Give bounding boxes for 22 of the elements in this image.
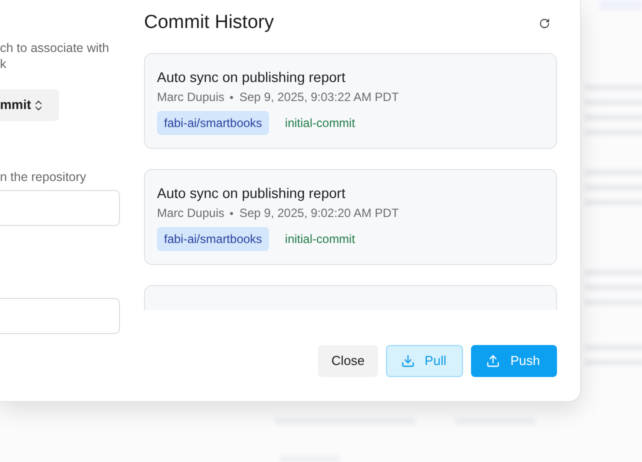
commit-title: Auto sync on publishing report	[157, 68, 346, 86]
commit-author: Marc Dupuis	[157, 89, 224, 105]
upload-icon	[486, 354, 500, 368]
commit-card[interactable]: Auto sync on publishing report Marc Dupuis Sep 9, 2025, 9:02:20 AM PDT fabi-ai/smartbooks initial-commit	[144, 169, 557, 265]
text-field[interactable]	[0, 190, 120, 226]
branch-name: initial-commit	[285, 115, 356, 132]
text-field[interactable]	[0, 298, 120, 334]
commit-author: Marc Dupuis	[157, 205, 224, 221]
commit-time: Sep 9, 2025, 9:03:22 AM PDT	[239, 89, 399, 105]
refresh-icon[interactable]	[539, 18, 550, 28]
download-icon	[400, 354, 415, 368]
commit-time: Sep 9, 2025, 9:02:20 AM PDT	[239, 205, 399, 221]
repo-tag: fabi-ai/smartbooks	[157, 227, 270, 251]
commit-card[interactable]: Auto sync on publishing report Marc Dupuis Sep 9, 2025, 9:03:22 AM PDT fabi-ai/smartbooks initial-commit	[144, 53, 557, 149]
field-label: n the repository	[0, 169, 88, 185]
repo-tag: fabi-ai/smartbooks	[157, 111, 270, 135]
branch-select[interactable]: mmit	[0, 89, 59, 121]
close-button[interactable]: Close	[318, 345, 378, 377]
commit-title: Auto sync on publishing report	[157, 184, 346, 202]
dialog-title: Commit History	[144, 12, 274, 34]
description-text: ch to associate with k	[0, 40, 110, 72]
branch-name: initial-commit	[285, 231, 356, 248]
